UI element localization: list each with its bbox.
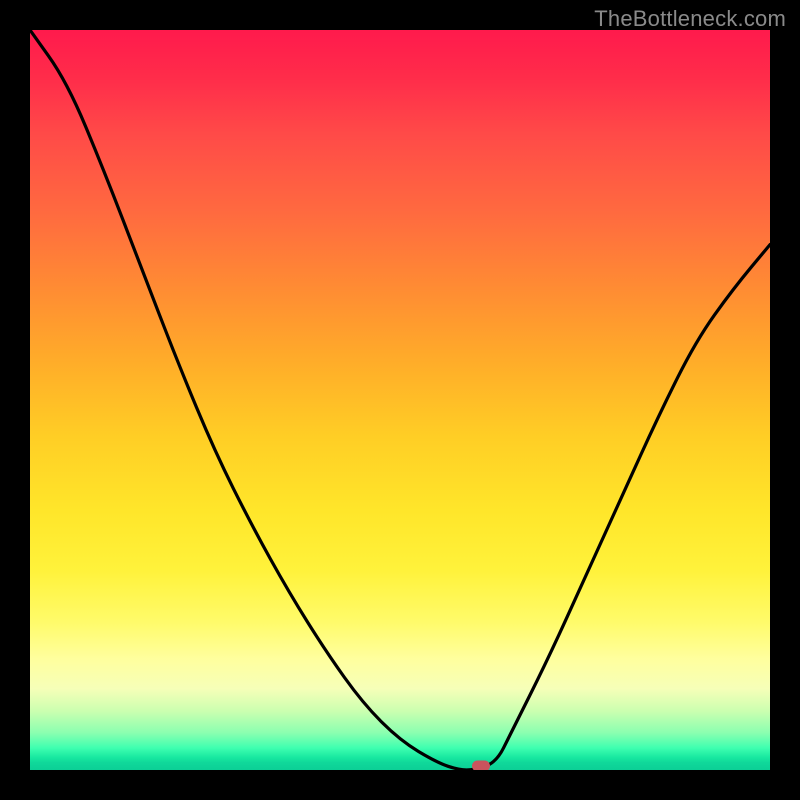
bottleneck-curve [30, 30, 770, 770]
chart-frame: TheBottleneck.com [0, 0, 800, 800]
curve-path [30, 30, 770, 770]
watermark-text: TheBottleneck.com [594, 6, 786, 32]
bottleneck-marker [472, 761, 490, 770]
plot-area [30, 30, 770, 770]
